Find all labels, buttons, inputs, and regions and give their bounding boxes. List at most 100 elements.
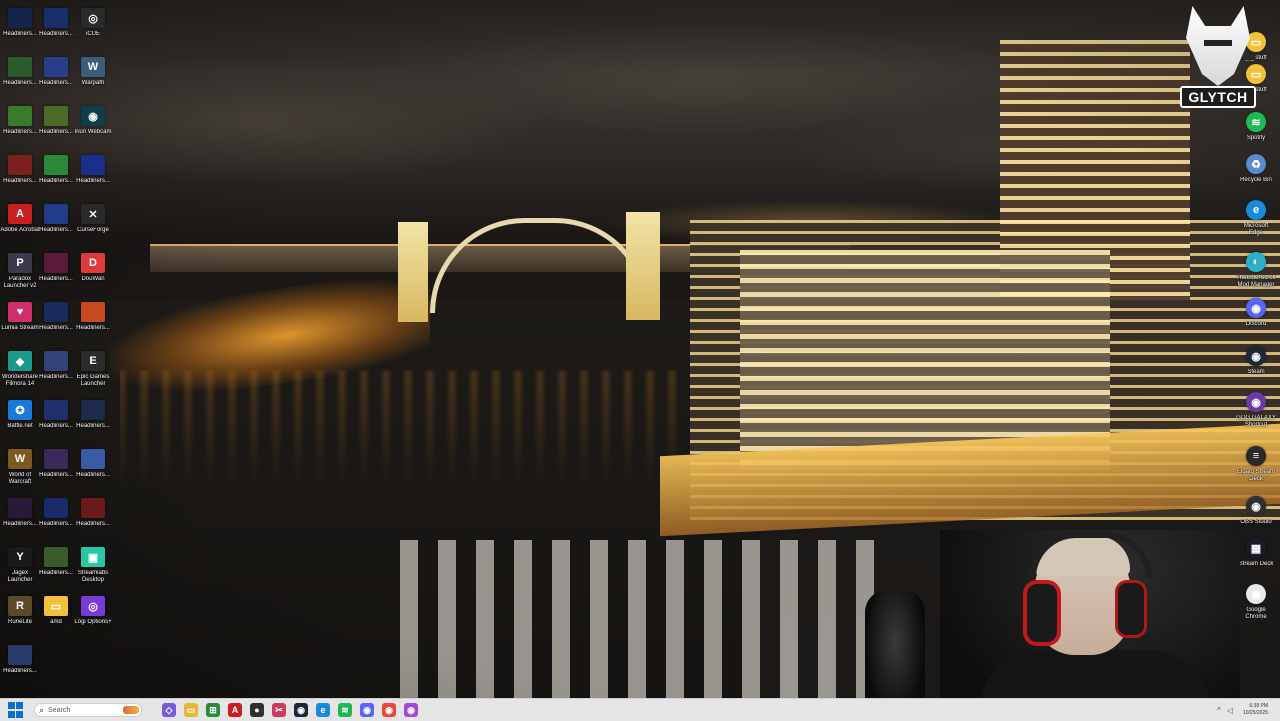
filmora-icon: ◆ [8,351,32,371]
taskbar-copilot-icon[interactable]: ◇ [162,703,176,717]
desktop-icon-label: Recycle Bin [1240,177,1272,183]
logi-icon: ◎ [81,596,105,616]
desktop-icon-h4[interactable]: Headliners... [36,57,76,87]
taskbar-file-explorer-icon[interactable]: ▭ [184,703,198,717]
desktop-icon-h11[interactable]: Headliners... [36,253,76,283]
h2-icon [44,8,68,28]
desktop-icon-acrobat[interactable]: A Adobe Acrobat [0,204,40,234]
desktop-icon-label: Headliners... [76,472,110,478]
desktop-icon-runelite[interactable]: R RuneLite [0,596,40,626]
desktop-icon-h9[interactable]: Headliners... [73,155,113,185]
chevron-up-icon[interactable]: ^ [1217,706,1221,715]
desktop-icon-label: Headliners... [39,276,73,282]
h22-icon [44,547,68,567]
taskbar-spotify-icon[interactable]: ≋ [338,703,352,717]
desktop-icon-paradox[interactable]: P Paradox Launcher v2 [0,253,40,290]
taskbar-steam-icon[interactable]: ◉ [294,703,308,717]
desktop-icon-elderscrolls[interactable]: ◐ TheElderScrolls Mod Manager [1236,252,1276,289]
desktop-icon-streamdeck[interactable]: ▦ Stream Deck [1236,538,1276,568]
desktop-icon-epic[interactable]: E Epic Games Launcher [73,351,113,388]
desktop-icon-jagex[interactable]: Y Jagex Launcher [0,547,40,584]
desktop-icon-h19[interactable]: Headliners... [0,498,40,528]
desktop-icon-label: RuneLite [7,619,33,625]
desktop-icon-h5[interactable]: Headliners... [0,106,40,136]
desktop-icon-h16[interactable]: Headliners... [73,400,113,430]
streamer-logo: GLYTCH [1180,6,1256,108]
h10-icon [44,204,68,224]
desktop-icon-label: Logi Options+ [74,619,112,625]
desktop-icon-h3[interactable]: Headliners... [0,57,40,87]
desktop-icon-label: Headliners... [3,31,37,37]
taskbar-chrome-icon[interactable]: ◉ [382,703,396,717]
desktop-icon-h8[interactable]: Headliners... [36,155,76,185]
desktop-icon-h2[interactable]: Headliners... [36,8,76,38]
taskbar-search[interactable]: ⌕ Search [34,703,142,717]
taskbar-edge-icon[interactable]: e [316,703,330,717]
desktop-icon-iriun[interactable]: ◉ Iriun Webcam [73,106,113,136]
start-button[interactable] [8,702,24,718]
desktop-icon-label: Headliners... [39,472,73,478]
desktop-icon-h10[interactable]: Headliners... [36,204,76,234]
desktop-icon-curseforge[interactable]: ✕ CurseForge [73,204,113,234]
desktop-icon-discord[interactable]: ◉ Discord [1236,298,1276,328]
desktop-icon-steam[interactable]: ◉ Steam [1236,346,1276,376]
desktop-icon-lumia[interactable]: ♥ Lumia Stream [0,302,40,332]
desktop-icon-edge[interactable]: e Microsoft Edge [1236,200,1276,237]
desktop-icon-h6[interactable]: Headliners... [36,106,76,136]
desktop-icon-douwan[interactable]: D DouWan [73,253,113,283]
taskbar-xbox-icon[interactable]: ⊞ [206,703,220,717]
desktop-icon-amd[interactable]: ▭ amd [36,596,76,626]
desktop-icon-label: TheElderScrolls Mod Manager [1236,275,1276,288]
taskbar-discord-icon[interactable]: ◉ [360,703,374,717]
taskbar-snipping-icon[interactable]: ✂ [272,703,286,717]
desktop-icon-recycle[interactable]: ♻ Recycle Bin [1236,154,1276,184]
desktop-icon-elgato[interactable]: ≡ Elgato Stream Deck [1236,446,1276,483]
desktop-icon-spotify[interactable]: ≋ Spotify [1236,112,1276,142]
desktop-icon-label: GOG GALAXY Shortcut [1236,415,1276,428]
clock[interactable]: 6:38 PM 10/25/2025 [1243,703,1268,717]
desktop-icon-h23[interactable]: Headliners... [0,645,40,675]
desktop-icon-h12[interactable]: Headliners... [36,302,76,332]
battlenet-icon: ✪ [8,400,32,420]
desktop-icon-battlenet[interactable]: ✪ Battle.net [0,400,40,430]
iriun-icon: ◉ [81,106,105,126]
headset-left-icon [1023,580,1061,646]
desktop-icon-logi[interactable]: ◎ Logi Options+ [73,596,113,626]
elgato-icon: ≡ [1246,446,1266,466]
brand-name: GLYTCH [1180,86,1256,108]
desktop-icon-obs[interactable]: ◉ OBS Studio [1236,496,1276,526]
desktop-icon-chrome[interactable]: ◉ Google Chrome [1236,584,1276,621]
desktop-icon-h21[interactable]: Headliners... [73,498,113,528]
headset-band-icon [1030,532,1152,578]
desktop-icon-label: Headliners... [39,570,73,576]
desktop-icon-h22[interactable]: Headliners... [36,547,76,577]
taskbar-messenger-icon[interactable]: ◉ [404,703,418,717]
desktop-icon-label: Headliners... [76,178,110,184]
desktop-icon-label: Streamlabs Desktop [77,570,109,583]
desktop-icon-streamlabs[interactable]: ▣ Streamlabs Desktop [73,547,113,584]
h18-icon [81,449,105,469]
desktop-icon-h17[interactable]: Headliners... [36,449,76,479]
desktop-icon-h14[interactable]: Headliners... [36,351,76,381]
desktop-icon-h15[interactable]: Headliners... [36,400,76,430]
volume-icon[interactable]: ◁ [1227,706,1233,715]
h5-icon [8,106,32,126]
taskbar-obs-icon[interactable]: ● [250,703,264,717]
desktop-icon-label: Lumia Stream [1,325,39,331]
desktop-icon-warpath[interactable]: W Warpath [73,57,113,87]
desktop-icon-h1[interactable]: Headliners... [0,8,40,38]
desktop-icon-h20[interactable]: Headliners... [36,498,76,528]
douwan-icon: D [81,253,105,273]
desktop-icon-filmora[interactable]: ◆ Wondershare Filmora 14 [0,351,40,388]
h23-icon [8,645,32,665]
desktop-icon-label: Headliners... [3,129,37,135]
desktop-icon-h13[interactable]: Headliners... [73,302,113,332]
taskbar-acrobat-icon[interactable]: A [228,703,242,717]
desktop-icon-h18[interactable]: Headliners... [73,449,113,479]
h3-icon [8,57,32,77]
desktop-icon-h7[interactable]: Headliners... [0,155,40,185]
desktop-icon-icue[interactable]: ◎ iCUE [73,8,113,38]
desktop-icon-godgame[interactable]: ◉ GOG GALAXY Shortcut [1236,392,1276,429]
h15-icon [44,400,68,420]
desktop-icon-wow[interactable]: W World of Warcraft [0,449,40,486]
